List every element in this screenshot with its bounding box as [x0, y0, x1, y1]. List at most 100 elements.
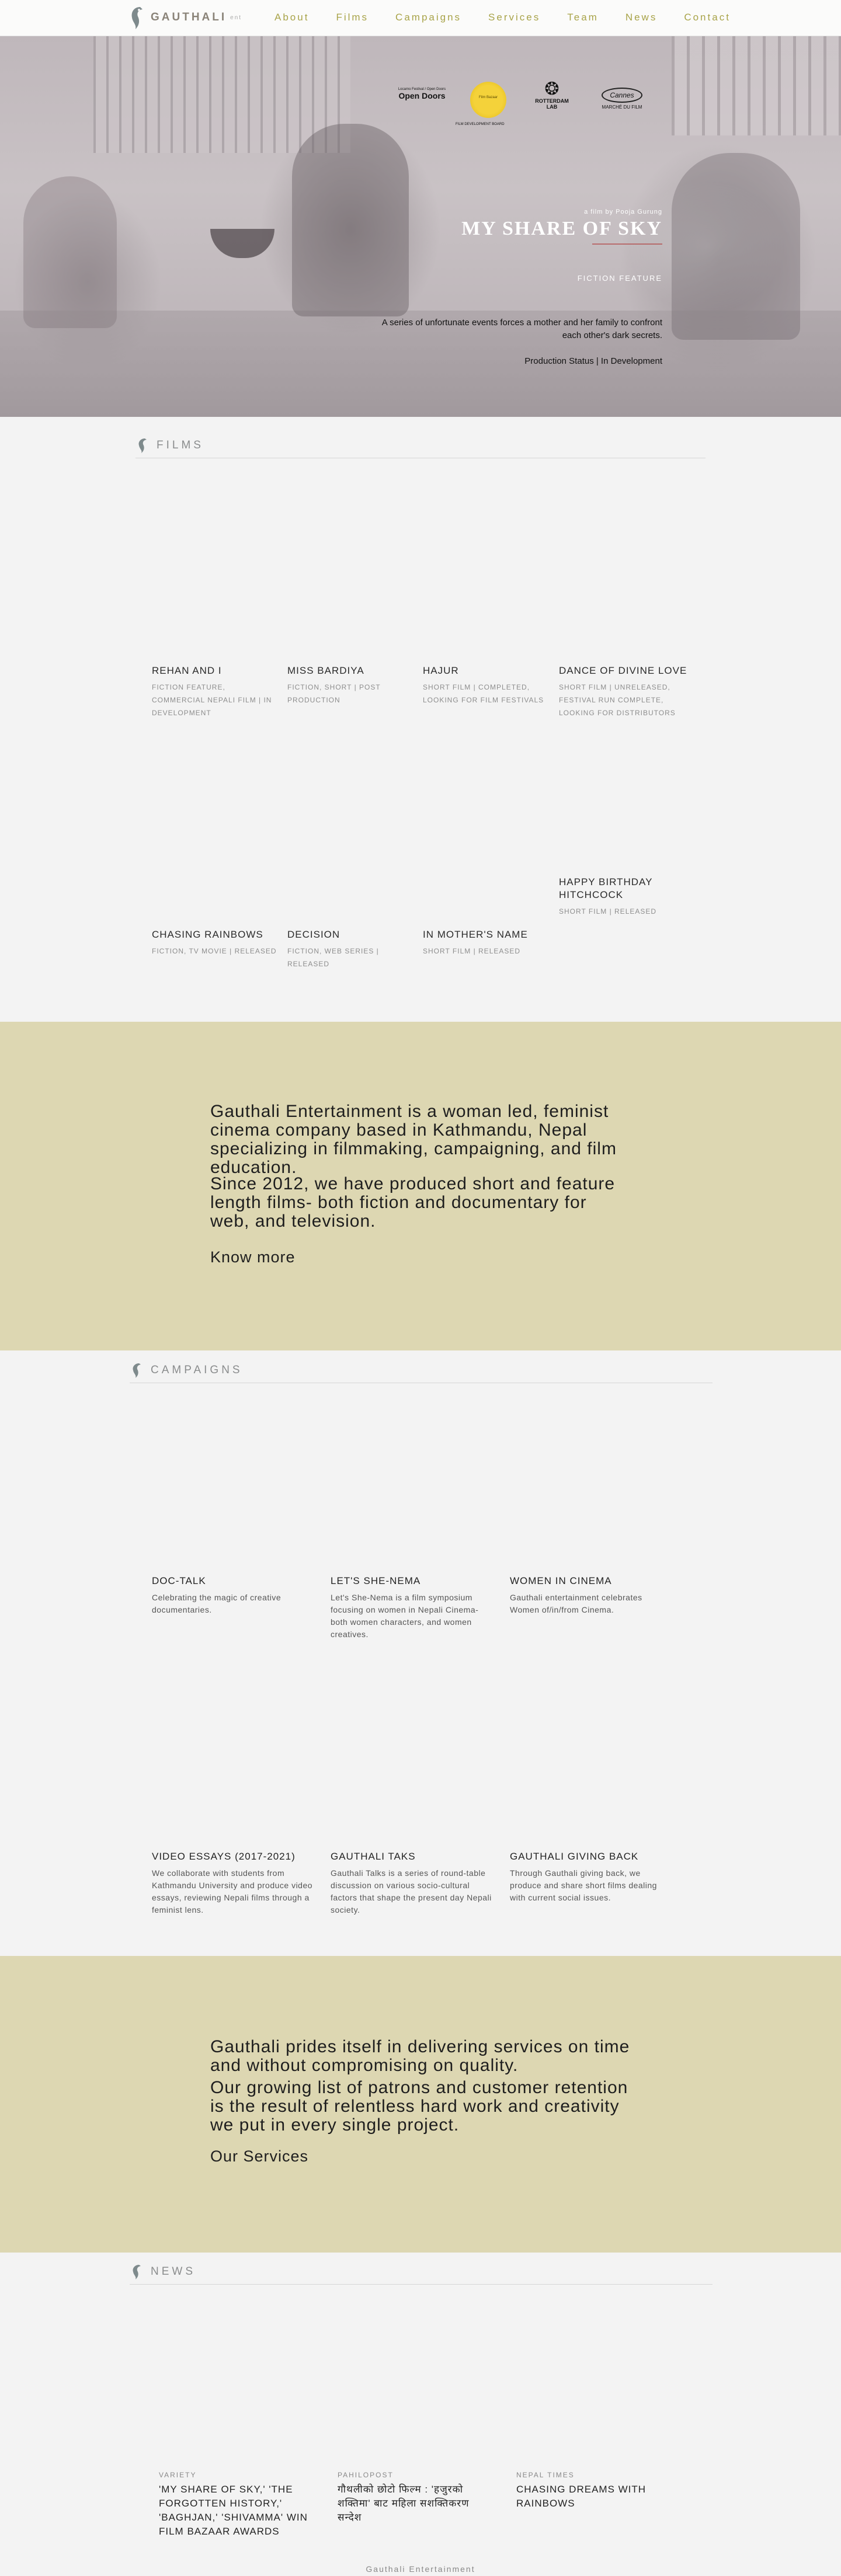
film-title: MISS BARDIYA — [287, 665, 364, 676]
campaign-card-gauthali-giving-back[interactable]: GAUTHALI GIVING BACK Through Gauthali gi… — [510, 1851, 673, 1904]
campaign-card-video-essays[interactable]: VIDEO ESSAYS (2017-2021) We collaborate … — [152, 1851, 315, 1916]
campaign-card-women-in-cinema[interactable]: WOMEN IN CINEMA Gauthali entertainment c… — [510, 1575, 673, 1616]
campaigns-section-header: CAMPAIGNS — [130, 1362, 713, 1383]
hero-cooking-pot — [210, 229, 274, 258]
hero-figure-left — [23, 176, 117, 328]
hero-banner: Locarno Festival / Open Doors Open Doors… — [0, 36, 841, 417]
hero-title-underline — [592, 243, 662, 245]
swallow-logo-icon — [131, 7, 143, 29]
services-paragraph-2: Our growing list of patrons and customer… — [210, 2078, 628, 2135]
film-card-chasing-rainbows[interactable]: CHASING RAINBOWS FICTION, TV MOVIE | REL… — [152, 928, 280, 958]
open-doors-laurel: Locarno Festival / Open Doors Open Doors — [383, 88, 461, 100]
nav-campaigns[interactable]: Campaigns — [395, 12, 461, 23]
campaign-description: Celebrating the magic of creative docume… — [152, 1593, 282, 1614]
news-title: 'MY SHARE OF SKY,' 'THE FORGOTTEN HISTOR… — [159, 2484, 308, 2537]
news-source: NEPAL TIMES — [516, 2471, 575, 2479]
nav-contact[interactable]: Contact — [684, 12, 731, 23]
hero-description: A series of unfortunate events forces a … — [381, 318, 662, 340]
film-title: HAJUR — [423, 665, 459, 676]
film-title: IN MOTHER'S NAME — [423, 929, 528, 940]
campaign-title: DOC-TALK — [152, 1575, 206, 1586]
about-band: Gauthali Entertainment is a woman led, f… — [0, 1022, 841, 1350]
top-navbar: GAUTHALI ent About Films Campaigns Servi… — [0, 0, 841, 36]
campaign-title: WOMEN IN CINEMA — [510, 1575, 612, 1586]
film-card-happy-birthday-hitchcock[interactable]: HAPPY BIRTHDAY HITCHCOCK SHORT FILM | RE… — [559, 876, 658, 918]
fdb-label: FILM DEVELOPMENT BOARD — [456, 123, 505, 126]
brand-logo[interactable]: GAUTHALI ent — [127, 5, 242, 30]
hero-kicker: a film by Pooja Gurung — [584, 208, 662, 215]
film-card-decision[interactable]: DECISION FICTION, WEB SERIES | RELEASED — [287, 928, 416, 970]
film-meta: SHORT FILM | RELEASED — [559, 907, 657, 915]
cannes-icon: Cannes — [602, 88, 642, 103]
film-bazaar-logo: Film Bazaar — [470, 82, 506, 118]
film-title: DECISION — [287, 929, 340, 940]
about-paragraph-2: Since 2012, we have produced short and f… — [210, 1174, 616, 1231]
know-more-link[interactable]: Know more — [210, 1248, 296, 1266]
film-card-hajur[interactable]: HAJUR SHORT FILM | COMPLETED, LOOKING FO… — [423, 664, 551, 706]
film-meta: FICTION, SHORT | POST PRODUCTION — [287, 683, 381, 704]
film-card-rehan-and-i[interactable]: REHAN AND I FICTION FEATURE, COMMERCIAL … — [152, 664, 280, 719]
swallow-icon — [138, 438, 147, 453]
rotterdam-lab-logo: ❂ ROTTERDAM LAB — [531, 81, 572, 110]
campaigns-heading: CAMPAIGNS — [151, 1364, 243, 1376]
news-source: PAHILOPOST — [338, 2471, 394, 2479]
nav-services[interactable]: Services — [488, 12, 540, 23]
campaign-description: Gauthali Talks is a series of round-tabl… — [331, 1868, 492, 1914]
news-card-pahilopost[interactable]: PAHILOPOST गौथलीको छोटो फिल्म : 'हजुरको … — [338, 2471, 489, 2525]
brand-suffix: ent — [230, 14, 242, 21]
tiger-icon: ❂ — [544, 79, 559, 99]
footer-text: Gauthali Entertainment — [366, 2564, 475, 2574]
marche-du-film-logo: Cannes MARCHÉ DU FILM — [593, 88, 651, 110]
film-development-board-logo: FILM DEVELOPMENT BOARD — [456, 123, 572, 126]
film-card-miss-bardiya[interactable]: MISS BARDIYA FICTION, SHORT | POST PRODU… — [287, 664, 416, 706]
hero-text: a film by Pooja Gurung MY SHARE OF SKY F… — [374, 208, 662, 366]
film-title: DANCE OF DIVINE LOVE — [559, 665, 687, 676]
news-title: CHASING DREAMS WITH RAINBOWS — [516, 2484, 647, 2509]
campaign-title: LET'S SHE-NEMA — [331, 1575, 421, 1586]
film-card-in-mothers-name[interactable]: IN MOTHER'S NAME SHORT FILM | RELEASED — [423, 928, 551, 958]
campaign-card-lets-she-nema[interactable]: LET'S SHE-NEMA Let's She-Nema is a film … — [331, 1575, 494, 1641]
campaign-card-doc-talk[interactable]: DOC-TALK Celebrating the magic of creati… — [152, 1575, 315, 1616]
film-card-dance-of-divine-love[interactable]: DANCE OF DIVINE LOVE SHORT FILM | UNRELE… — [559, 664, 687, 719]
film-meta: FICTION FEATURE, COMMERCIAL NEPALI FILM … — [152, 683, 272, 717]
news-source: VARIETY — [159, 2471, 197, 2479]
hero-background-window-right — [672, 36, 841, 135]
brand-name: GAUTHALI — [151, 11, 227, 23]
film-meta: SHORT FILM | COMPLETED, LOOKING FOR FILM… — [423, 683, 544, 704]
marche-label: MARCHÉ DU FILM — [602, 105, 642, 110]
film-title: HAPPY BIRTHDAY HITCHCOCK — [559, 876, 653, 900]
film-bazaar-label: Film Bazaar — [478, 96, 498, 99]
main-menu: About Films Campaigns Services Team News… — [274, 12, 757, 23]
hero-figure-right — [672, 153, 800, 340]
our-services-link[interactable]: Our Services — [210, 2147, 308, 2166]
news-title: गौथलीको छोटो फिल्म : 'हजुरको शक्तिमा' बा… — [338, 2484, 470, 2523]
film-meta: SHORT FILM | RELEASED — [423, 947, 521, 955]
campaign-title: VIDEO ESSAYS (2017-2021) — [152, 1851, 296, 1862]
campaign-description: Through Gauthali giving back, we produce… — [510, 1868, 657, 1902]
campaign-description: Let's She-Nema is a film symposium focus… — [331, 1593, 479, 1639]
nav-about[interactable]: About — [274, 12, 309, 23]
services-band: Gauthali prides itself in delivering ser… — [0, 1956, 841, 2253]
campaign-title: GAUTHALI TAKS — [331, 1851, 416, 1862]
film-title: REHAN AND I — [152, 665, 222, 676]
film-meta: SHORT FILM | UNRELEASED, FESTIVAL RUN CO… — [559, 683, 676, 717]
nav-team[interactable]: Team — [567, 12, 599, 23]
news-section-header: NEWS — [130, 2263, 713, 2285]
film-title: CHASING RAINBOWS — [152, 929, 263, 940]
open-doors-label: Open Doors — [398, 91, 446, 100]
hero-status: Production Status | In Development — [524, 356, 662, 366]
hero-genre: FICTION FEATURE — [577, 274, 662, 283]
campaign-card-gauthali-talks[interactable]: GAUTHALI TAKS Gauthali Talks is a series… — [331, 1851, 494, 1916]
campaign-description: Gauthali entertainment celebrates Women … — [510, 1593, 642, 1614]
swallow-icon — [133, 2265, 141, 2279]
hero-title: MY SHARE OF SKY — [461, 218, 662, 239]
films-section-header: FILMS — [135, 437, 706, 458]
about-paragraph-1: Gauthali Entertainment is a woman led, f… — [210, 1102, 617, 1177]
news-card-nepal-times[interactable]: NEPAL TIMES CHASING DREAMS WITH RAINBOWS — [516, 2471, 668, 2511]
news-heading: NEWS — [151, 2265, 196, 2278]
film-meta: FICTION, WEB SERIES | RELEASED — [287, 947, 379, 968]
news-card-variety[interactable]: VARIETY 'MY SHARE OF SKY,' 'THE FORGOTTE… — [159, 2471, 311, 2539]
nav-films[interactable]: Films — [336, 12, 369, 23]
nav-news[interactable]: News — [625, 12, 658, 23]
festival-laurels: Locarno Festival / Open Doors Open Doors… — [383, 76, 675, 140]
